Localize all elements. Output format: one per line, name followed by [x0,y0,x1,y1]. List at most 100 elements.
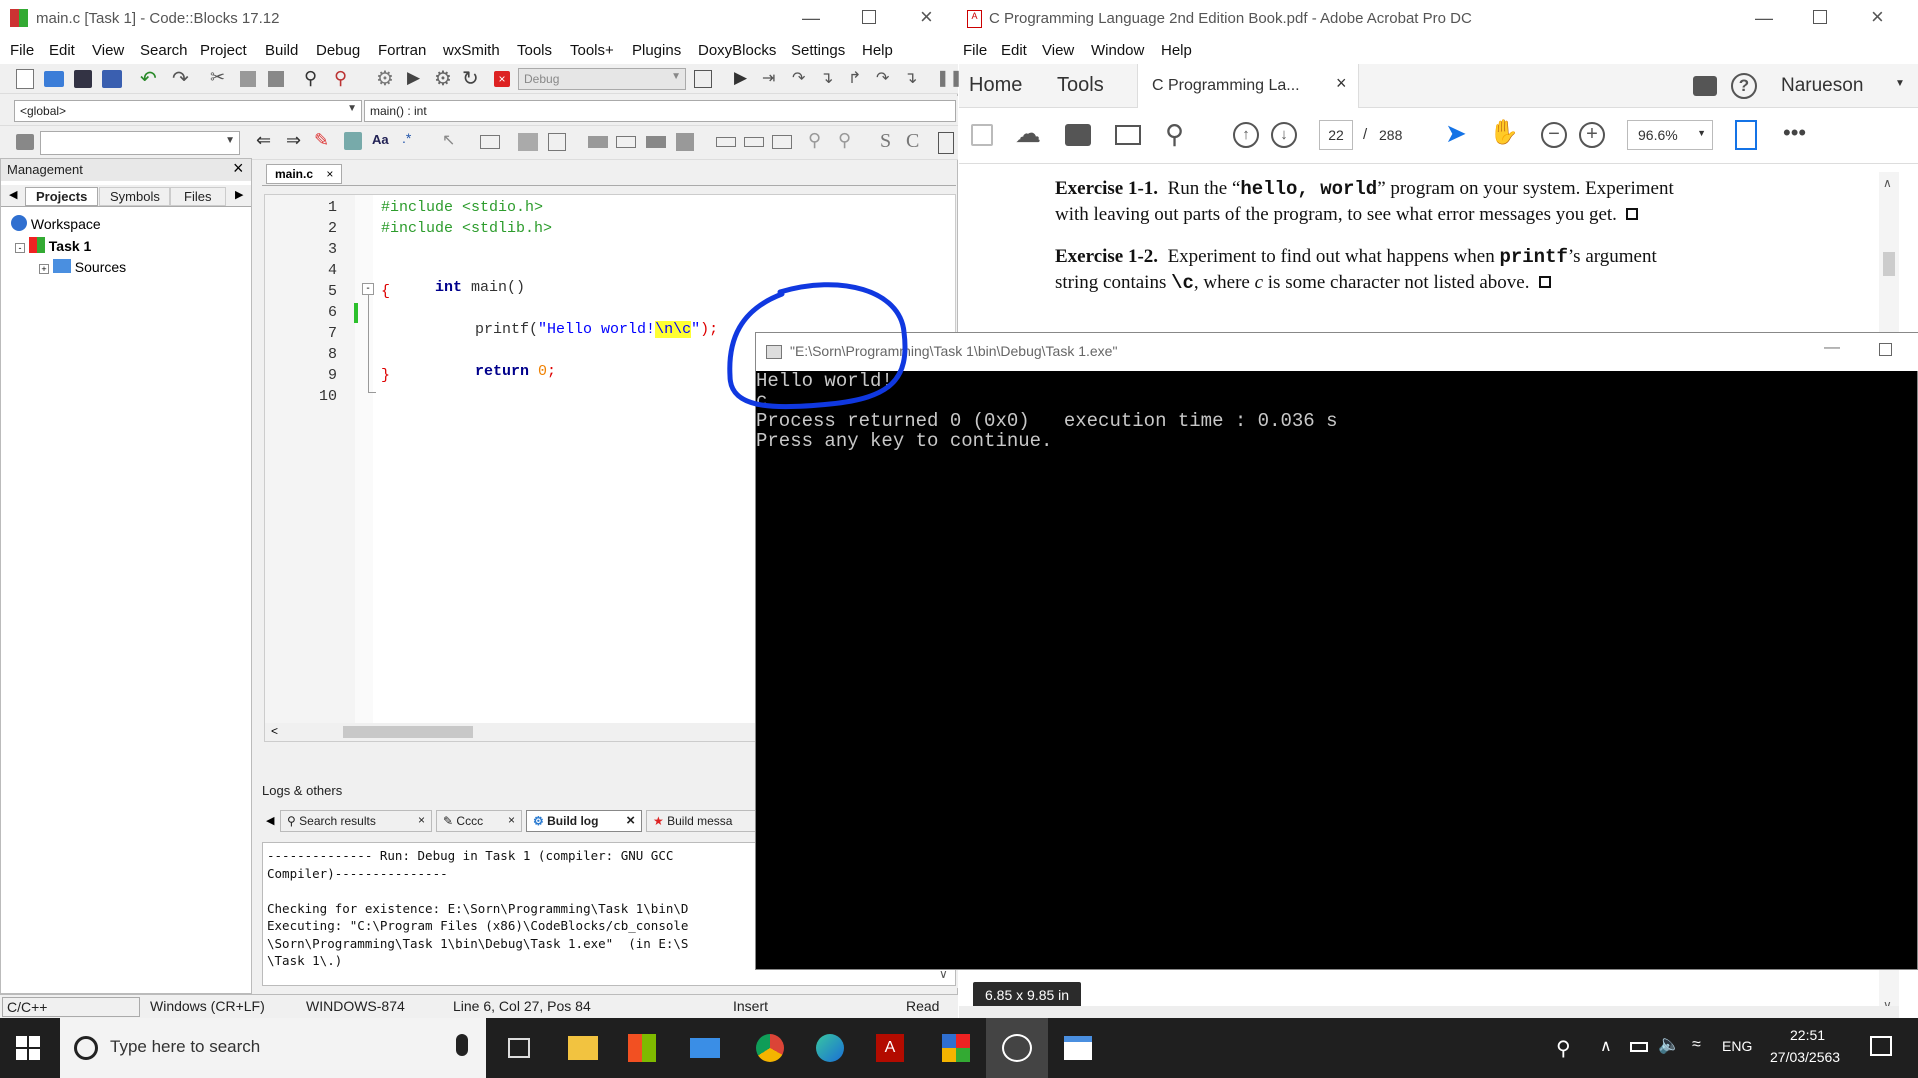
menu-help[interactable]: Help [862,42,893,59]
acrobat-taskbar-icon[interactable]: A [876,1034,904,1062]
sources-tree-item[interactable]: + Sources [39,259,126,275]
close-icon[interactable]: × [626,812,635,829]
maximize-button[interactable] [1813,10,1827,24]
menu-search[interactable]: Search [140,42,188,59]
expand-icon[interactable]: + [39,264,49,274]
symbol-c-icon[interactable]: C [906,130,919,153]
replace-icon[interactable]: ⚲ [334,68,347,89]
input-language[interactable]: ENG [1722,1038,1752,1054]
task-view-icon[interactable] [508,1038,530,1058]
wifi-icon[interactable]: ≈ [1692,1036,1701,1054]
jump-back-icon[interactable]: ⇐ [256,130,271,151]
build-run-icon[interactable]: ⚙ [434,66,452,91]
menu-view[interactable]: View [1042,42,1074,59]
fit-page-icon[interactable] [1735,120,1757,150]
new-file-icon[interactable] [16,69,34,89]
tab-symbols[interactable]: Symbols [99,187,171,206]
zoom-select[interactable]: 96.6% ▼ [1627,120,1713,150]
minimize-button[interactable]: — [802,8,820,29]
fold-collapse-icon[interactable]: - [362,283,374,295]
start-button[interactable] [16,1036,40,1060]
menu-build[interactable]: Build [265,42,298,59]
paste-icon[interactable] [268,71,284,87]
maximize-button[interactable] [1879,343,1892,356]
menu-doxyblocks[interactable]: DoxyBlocks [698,42,776,59]
previous-page-icon[interactable]: ↑ [1233,122,1259,148]
pointer-icon[interactable]: ↖ [442,130,455,150]
console-taskbar-icon[interactable] [1064,1036,1092,1060]
user-name[interactable]: Narueson [1781,75,1863,97]
show-select-target-icon[interactable] [694,70,712,88]
more-options-icon[interactable]: ••• [1783,120,1806,146]
menu-debug[interactable]: Debug [316,42,360,59]
tab-scroll-left-icon[interactable]: ◀ [266,814,274,827]
hand-tool-icon[interactable]: ✋ [1489,118,1519,147]
scroll-up-icon[interactable]: ∧ [1883,176,1892,190]
bookmark-icon[interactable] [344,132,362,150]
chrome-icon[interactable] [756,1034,784,1062]
jump-combo[interactable]: ▼ [40,131,240,155]
store-icon[interactable] [628,1034,656,1062]
document-tab[interactable]: C Programming La... × [1137,64,1359,108]
scrollbar-thumb[interactable] [1883,252,1895,276]
find-icon[interactable]: ⚲ [304,68,317,89]
symbol-s-icon[interactable]: S [880,130,891,153]
tray-chevron-icon[interactable]: ∧ [1600,1036,1612,1056]
copy-icon[interactable] [240,71,256,87]
highlight-icon[interactable]: ✎ [314,130,329,151]
abort-icon[interactable]: × [494,71,510,87]
close-button[interactable]: × [1871,4,1884,30]
regex-icon[interactable]: .* [402,130,411,146]
photos-icon[interactable] [1002,1034,1032,1062]
clear-icon[interactable] [16,134,34,150]
build-target-select[interactable]: Debug ▼ [518,68,686,90]
menu-file[interactable]: File [963,42,987,59]
tab-main-c[interactable]: main.c × [266,164,343,184]
widget-6-icon[interactable] [646,136,666,148]
print-icon[interactable] [1065,124,1091,146]
undo-icon[interactable]: ↶ [140,66,157,91]
close-icon[interactable]: × [326,167,333,181]
zoom-in-icon[interactable]: + [1579,122,1605,148]
widget-3-icon[interactable] [548,133,566,151]
console-titlebar[interactable]: "E:\Sorn\Programming\Task 1\bin\Debug\Ta… [756,333,1918,371]
search-icon[interactable]: ⚲ [1165,119,1184,150]
jump-forward-icon[interactable]: ⇒ [286,130,301,151]
menu-tools-plus[interactable]: Tools+ [570,42,614,59]
battery-icon[interactable] [1630,1042,1648,1052]
scope-select[interactable]: <global> ▼ [14,100,362,122]
menu-project[interactable]: Project [200,42,247,59]
minimize-button[interactable]: — [1755,8,1773,29]
mail-icon[interactable] [690,1038,720,1058]
upload-icon[interactable]: ☁ [1015,118,1041,149]
menu-window[interactable]: Window [1091,42,1144,59]
function-select[interactable]: main() : int [364,100,956,122]
scrollbar-thumb[interactable] [343,726,473,738]
edge-icon[interactable] [816,1034,844,1062]
chevron-down-icon[interactable]: ▼ [1895,78,1905,89]
zoom-out-icon[interactable]: ⚲ [838,130,851,151]
widget-7-icon[interactable] [676,133,694,151]
workspace-tree-item[interactable]: Workspace [11,215,101,232]
page-number-input[interactable]: 22 [1319,120,1353,150]
tab-projects[interactable]: Projects [25,187,99,206]
rebuild-icon[interactable]: ↻ [462,66,479,91]
save-icon[interactable] [74,70,92,88]
tab-search-results[interactable]: ⚲ Search results × [280,810,432,832]
save-icon[interactable] [971,124,993,146]
scroll-left-icon[interactable]: < [271,724,278,738]
step-into-icon[interactable]: ↴ [820,68,833,88]
clock-time[interactable]: 22:51 [1790,1027,1825,1043]
menu-tools[interactable]: Tools [517,42,552,59]
widget-5-icon[interactable] [616,136,636,148]
menu-fortran[interactable]: Fortran [378,42,426,59]
open-file-icon[interactable] [44,71,64,87]
menu-plugins[interactable]: Plugins [632,42,681,59]
zoom-out-icon[interactable]: − [1541,122,1567,148]
notifications-icon[interactable] [1870,1036,1892,1056]
codeblocks-taskbar-icon[interactable] [942,1034,970,1062]
run-to-cursor-icon[interactable]: ⇥ [762,68,775,88]
close-icon[interactable]: × [508,813,515,827]
acrobat-titlebar[interactable]: A C Programming Language 2nd Edition Boo… [959,0,1918,38]
debug-continue-icon[interactable]: ▶ [734,68,747,88]
